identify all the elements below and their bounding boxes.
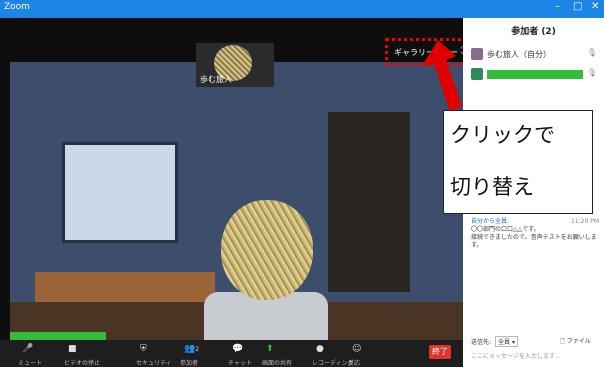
record-button[interactable]: ● レコーディング	[312, 344, 354, 367]
video-stage: 歩む旅人 ギャラリービュー ⛶	[0, 18, 463, 340]
thumbnail-name: 歩む旅人	[200, 75, 232, 84]
chat-line: 接続できましたので、音声テストをお願いします。	[471, 234, 597, 249]
recipient-select[interactable]: 全員 ▾	[495, 336, 518, 347]
minimize-button[interactable]: –	[555, 1, 560, 12]
mute-button[interactable]: 🎤 ミュート	[18, 344, 42, 367]
share-screen-button[interactable]: ⬆ 画面の共有	[262, 344, 292, 367]
chat-message: 自分から全員: 11:20 PM 〇〇部門の口口△△です。 接続できましたので、…	[471, 218, 599, 250]
blurred-face	[221, 200, 313, 300]
callout-line-2: 切り替え	[450, 175, 534, 199]
chat-time: 11:20 PM	[571, 218, 599, 225]
end-meeting-button[interactable]: 終了	[429, 345, 451, 359]
title-bar: Zoom – □ ✕	[0, 0, 604, 18]
annotation-callout: クリックで 切り替え	[443, 110, 593, 214]
file-icon: 🗋	[560, 338, 565, 345]
participant-row[interactable]: 🎙	[471, 68, 599, 82]
annotation-arrow	[422, 40, 462, 112]
participant-name-redacted	[487, 70, 583, 79]
close-button[interactable]: ✕	[591, 1, 599, 12]
meeting-toolbar: 🎤 ミュート ■ ビデオの停止 ⛨ セキュリティ 👥2 参加者 💬 チャット ⬆ 画面の共有…	[0, 340, 463, 367]
speaker-person	[204, 200, 328, 340]
self-view-thumbnail[interactable]: 歩む旅人	[196, 43, 274, 87]
participant-name: 歩む旅人（自分）	[487, 50, 551, 59]
chat-line: 〇〇部門の口口△△です。	[471, 226, 540, 233]
mic-icon: 🎙	[586, 68, 597, 77]
mic-icon: 🎙	[586, 48, 597, 57]
participants-header: 参加者 (2)	[511, 27, 556, 37]
stop-video-button[interactable]: ■ ビデオの停止	[64, 344, 100, 367]
callout-line-1: クリックで	[450, 123, 555, 147]
chat-button[interactable]: 💬 チャット	[228, 344, 252, 367]
chat-input[interactable]: ここにメッセージを入力します…	[471, 351, 561, 360]
participants-button[interactable]: 👥2 参加者	[180, 344, 199, 367]
reactions-button[interactable]: ☺ 反応	[348, 344, 361, 367]
file-button[interactable]: 🗋 ファイル	[560, 336, 591, 347]
send-to-row: 送信先: 全員 ▾	[471, 336, 518, 347]
security-button[interactable]: ⛨ セキュリティ	[136, 344, 172, 367]
arrow-shape	[422, 40, 462, 112]
window-title: Zoom	[4, 2, 30, 12]
participant-row[interactable]: 歩む旅人（自分） 🎙	[471, 48, 599, 62]
speaking-indicator	[10, 332, 106, 340]
maximize-button[interactable]: □	[573, 1, 582, 12]
